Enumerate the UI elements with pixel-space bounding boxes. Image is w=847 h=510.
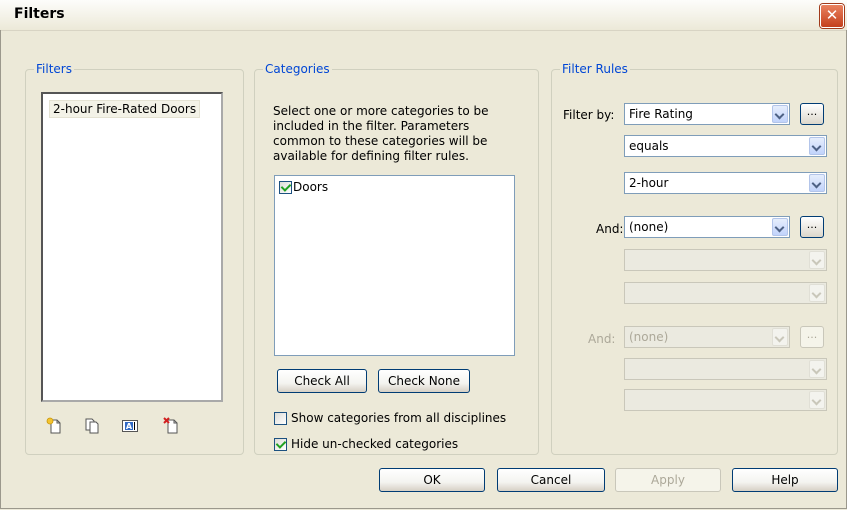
- rename-filter-icon[interactable]: A: [121, 417, 139, 435]
- category-doors-checkbox[interactable]: [279, 181, 292, 194]
- cancel-button[interactable]: Cancel: [497, 468, 605, 492]
- categories-description: Select one or more categories to be incl…: [273, 104, 489, 163]
- chevron-down-icon: [809, 251, 825, 269]
- hide-unchecked-checkbox[interactable]: [274, 438, 287, 451]
- rule3-operator-select: [624, 358, 827, 380]
- rule2-parameter-select[interactable]: (none): [624, 216, 790, 238]
- chevron-down-icon: [809, 391, 825, 409]
- delete-filter-icon[interactable]: [163, 417, 181, 435]
- chevron-down-icon[interactable]: [809, 137, 825, 155]
- filter-by-parameter-value: Fire Rating: [629, 107, 693, 121]
- apply-button: Apply: [615, 468, 721, 492]
- chevron-down-icon[interactable]: [772, 218, 788, 236]
- show-all-disciplines-label: Show categories from all disciplines: [291, 411, 507, 425]
- rule1-operator-value: equals: [629, 139, 669, 153]
- filter-item-label: 2-hour Fire-Rated Doors: [53, 102, 197, 116]
- chevron-down-icon: [809, 284, 825, 302]
- filter-rules-group: Filter Rules Filter by: Fire Rating ... …: [551, 62, 838, 455]
- rule3-parameter-value: (none): [629, 330, 669, 344]
- rule1-value-select[interactable]: 2-hour: [624, 172, 827, 194]
- rule1-browse-button[interactable]: ...: [800, 103, 824, 125]
- check-none-button[interactable]: Check None: [378, 369, 470, 393]
- close-icon: ✕: [825, 6, 839, 24]
- and2-label: And:: [588, 332, 616, 346]
- filter-item-2-hour-fire-rated-doors[interactable]: 2-hour Fire-Rated Doors: [49, 100, 201, 118]
- filter-rules-legend: Filter Rules: [562, 62, 628, 76]
- new-filter-icon[interactable]: [46, 417, 64, 435]
- category-doors-label: Doors: [293, 180, 329, 194]
- filters-list[interactable]: 2-hour Fire-Rated Doors: [41, 92, 223, 402]
- filters-group: Filters 2-hour Fire-Rated Doors A: [25, 62, 244, 455]
- rule3-parameter-select: (none): [624, 326, 790, 348]
- close-button[interactable]: ✕: [820, 4, 844, 28]
- categories-group: Categories Select one or more categories…: [254, 62, 539, 455]
- check-all-button[interactable]: Check All: [277, 369, 367, 393]
- filter-by-label: Filter by:: [563, 108, 615, 122]
- show-all-disciplines-checkbox[interactable]: [274, 412, 287, 425]
- rule2-operator-select: [624, 249, 827, 271]
- chevron-down-icon: [772, 328, 788, 346]
- rename-glyph: A: [126, 422, 133, 431]
- chevron-down-icon: [809, 360, 825, 378]
- help-button[interactable]: Help: [732, 468, 838, 492]
- rule1-operator-select[interactable]: equals: [624, 135, 827, 157]
- title-bar: Filters ✕: [0, 0, 847, 31]
- chevron-down-icon[interactable]: [809, 174, 825, 192]
- window-title: Filters: [14, 6, 65, 22]
- rule2-parameter-value: (none): [629, 220, 669, 234]
- categories-list[interactable]: Doors: [274, 175, 515, 356]
- ok-button[interactable]: OK: [379, 468, 485, 492]
- rule2-browse-button[interactable]: ...: [800, 216, 824, 238]
- hide-unchecked-label: Hide un-checked categories: [291, 437, 459, 451]
- rule2-value-select: [624, 282, 827, 304]
- rule1-value-text: 2-hour: [629, 176, 669, 190]
- chevron-down-icon[interactable]: [772, 105, 788, 123]
- filters-legend: Filters: [36, 62, 72, 76]
- duplicate-filter-icon[interactable]: [83, 417, 101, 435]
- filter-by-parameter-select[interactable]: Fire Rating: [624, 103, 790, 125]
- and1-label: And:: [596, 222, 624, 236]
- rule3-browse-button: ...: [800, 326, 824, 348]
- categories-legend: Categories: [265, 62, 330, 76]
- rule3-value-select: [624, 389, 827, 411]
